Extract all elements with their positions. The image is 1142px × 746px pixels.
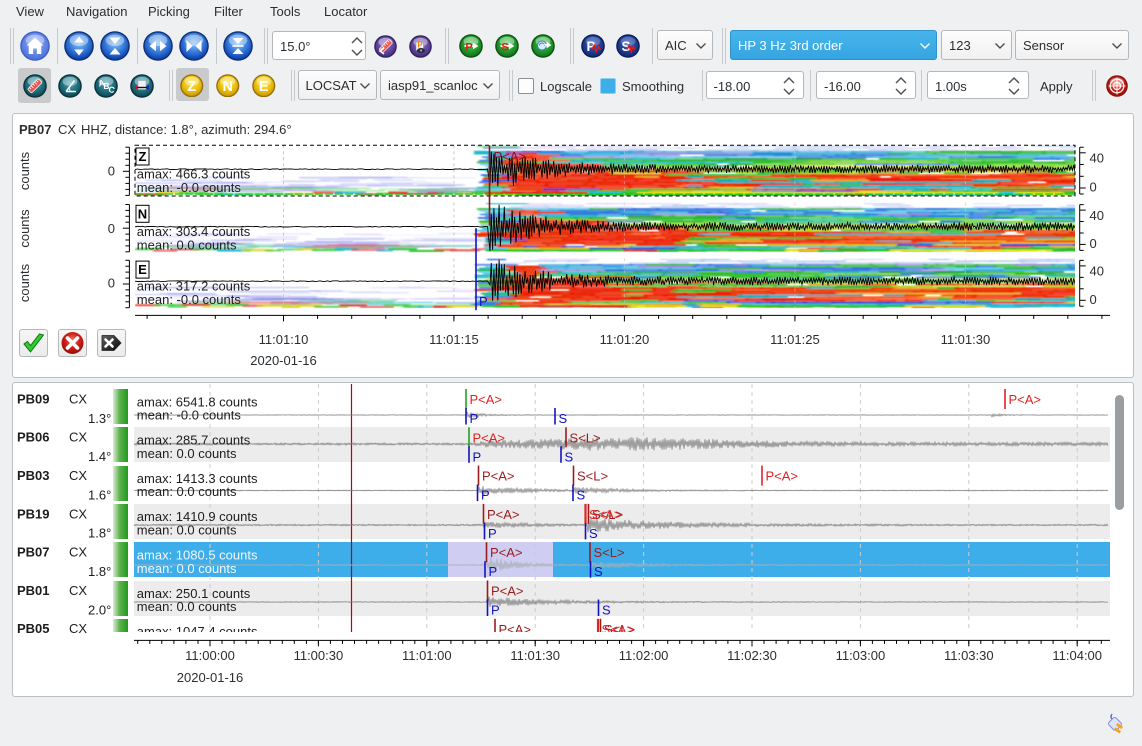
svg-text:P: P bbox=[491, 603, 500, 618]
svg-text:PB07: PB07 bbox=[19, 122, 52, 137]
svg-text:P<A>: P<A> bbox=[470, 392, 503, 407]
svg-text:S: S bbox=[501, 42, 508, 54]
svg-text:S<A>: S<A> bbox=[602, 622, 635, 637]
svg-text:40: 40 bbox=[1090, 208, 1104, 223]
svg-text:S<L>: S<L> bbox=[570, 430, 601, 445]
svg-text:S<L>: S<L> bbox=[577, 469, 608, 484]
svg-text:P: P bbox=[473, 449, 482, 464]
svg-text:P<A>: P<A> bbox=[491, 584, 524, 599]
svg-text:P<A>: P<A> bbox=[490, 545, 523, 560]
svg-text:PB03: PB03 bbox=[17, 468, 50, 483]
svg-text:1.4°: 1.4° bbox=[88, 449, 111, 464]
svg-text:mean: -0.0 counts: mean: -0.0 counts bbox=[137, 180, 242, 195]
svg-text:CX: CX bbox=[69, 430, 87, 445]
svg-text:11:03:30: 11:03:30 bbox=[944, 648, 994, 663]
svg-text:P<A>: P<A> bbox=[487, 507, 520, 522]
svg-text:11:01:20: 11:01:20 bbox=[600, 332, 650, 347]
svg-text:mean: -0.0 counts: mean: -0.0 counts bbox=[137, 408, 242, 423]
svg-text:P<A>: P<A> bbox=[1009, 392, 1042, 407]
svg-text:counts: counts bbox=[17, 209, 32, 248]
svg-text:CX: CX bbox=[69, 468, 87, 483]
svg-text:0: 0 bbox=[1090, 236, 1097, 251]
svg-text:S: S bbox=[594, 564, 603, 579]
svg-text:counts: counts bbox=[17, 151, 32, 190]
svg-text:11:02:30: 11:02:30 bbox=[727, 648, 777, 663]
svg-text:HHZ, distance: 1.8°, azimuth:: HHZ, distance: 1.8°, azimuth: 294.6° bbox=[81, 122, 292, 137]
svg-text:PB19: PB19 bbox=[17, 506, 50, 521]
svg-text:mean: 0.0 counts: mean: 0.0 counts bbox=[137, 446, 237, 461]
svg-text:P: P bbox=[479, 294, 488, 309]
svg-text:11:03:00: 11:03:00 bbox=[836, 648, 886, 663]
svg-text:amax: 1047.4 counts: amax: 1047.4 counts bbox=[137, 624, 258, 639]
svg-text:mean: 0.0 counts: mean: 0.0 counts bbox=[137, 237, 237, 252]
svg-text:PB09: PB09 bbox=[17, 391, 50, 406]
svg-text:P<A>: P<A> bbox=[494, 149, 527, 164]
svg-text:40: 40 bbox=[1090, 151, 1104, 166]
svg-text:CX: CX bbox=[69, 506, 87, 521]
svg-text:1.3°: 1.3° bbox=[88, 411, 111, 426]
svg-text:mean: 0.0 counts: mean: 0.0 counts bbox=[137, 561, 237, 576]
svg-text:mean: 0.0 counts: mean: 0.0 counts bbox=[137, 523, 237, 538]
svg-text:Z: Z bbox=[139, 149, 147, 164]
svg-text:mean: 0.0 counts: mean: 0.0 counts bbox=[137, 599, 237, 614]
svg-text:P: P bbox=[470, 411, 479, 426]
svg-text:E: E bbox=[138, 262, 147, 277]
svg-text:PB01: PB01 bbox=[17, 583, 50, 598]
svg-text:0: 0 bbox=[108, 164, 115, 179]
svg-text:CX: CX bbox=[69, 391, 87, 406]
svg-text:S<A>: S<A> bbox=[589, 507, 622, 522]
svg-text:P<A>: P<A> bbox=[499, 622, 532, 637]
svg-text:P: P bbox=[489, 564, 498, 579]
svg-text:11:02:00: 11:02:00 bbox=[619, 648, 669, 663]
svg-text:0: 0 bbox=[1090, 180, 1097, 195]
svg-text:S: S bbox=[589, 526, 598, 541]
svg-text:N: N bbox=[138, 206, 147, 221]
svg-text:2020-01-16: 2020-01-16 bbox=[177, 670, 244, 685]
svg-text:1.6°: 1.6° bbox=[88, 487, 111, 502]
svg-text:11:01:30: 11:01:30 bbox=[510, 648, 560, 663]
svg-text:E: E bbox=[259, 79, 269, 95]
svg-text:CX: CX bbox=[69, 621, 87, 636]
svg-text:PB05: PB05 bbox=[17, 621, 50, 636]
svg-text:1.8°: 1.8° bbox=[88, 526, 111, 541]
svg-text:S<L>: S<L> bbox=[594, 545, 625, 560]
svg-text:S: S bbox=[602, 603, 611, 618]
svg-text:0: 0 bbox=[108, 276, 115, 291]
svg-text:mean: -0.0 counts: mean: -0.0 counts bbox=[137, 292, 242, 307]
svg-text:11:00:30: 11:00:30 bbox=[294, 648, 344, 663]
svg-text:counts: counts bbox=[17, 263, 32, 302]
svg-text:2.0°: 2.0° bbox=[88, 602, 111, 617]
svg-text:P: P bbox=[481, 488, 490, 503]
svg-text:S: S bbox=[565, 449, 574, 464]
svg-text:Z: Z bbox=[188, 79, 197, 95]
svg-text:P<A>: P<A> bbox=[473, 430, 506, 445]
svg-text:CX: CX bbox=[58, 122, 76, 137]
svg-text:S: S bbox=[577, 488, 586, 503]
svg-text:P: P bbox=[465, 42, 472, 54]
svg-text:P<A>: P<A> bbox=[766, 469, 799, 484]
svg-text:11:01:10: 11:01:10 bbox=[259, 332, 309, 347]
svg-text:S: S bbox=[559, 411, 568, 426]
svg-text:11:01:00: 11:01:00 bbox=[402, 648, 452, 663]
svg-text:P<A>: P<A> bbox=[482, 469, 515, 484]
svg-text:CX: CX bbox=[69, 583, 87, 598]
svg-text:CX: CX bbox=[69, 545, 87, 560]
svg-text:0: 0 bbox=[1090, 292, 1097, 307]
svg-text:11:00:00: 11:00:00 bbox=[185, 648, 235, 663]
svg-text:N: N bbox=[223, 79, 233, 95]
svg-text:mean: 0.0 counts: mean: 0.0 counts bbox=[137, 484, 237, 499]
svg-text:11:01:30: 11:01:30 bbox=[941, 332, 991, 347]
svg-text:1.8°: 1.8° bbox=[88, 564, 111, 579]
svg-text:11:01:25: 11:01:25 bbox=[770, 332, 820, 347]
svg-text:11:01:15: 11:01:15 bbox=[429, 332, 479, 347]
svg-text:PB07: PB07 bbox=[17, 545, 50, 560]
svg-text:PB06: PB06 bbox=[17, 430, 50, 445]
svg-text:0: 0 bbox=[108, 221, 115, 236]
svg-text:P: P bbox=[488, 526, 497, 541]
svg-text:11:04:00: 11:04:00 bbox=[1052, 648, 1102, 663]
svg-text:2020-01-16: 2020-01-16 bbox=[250, 353, 317, 368]
svg-text:40: 40 bbox=[1090, 264, 1104, 279]
